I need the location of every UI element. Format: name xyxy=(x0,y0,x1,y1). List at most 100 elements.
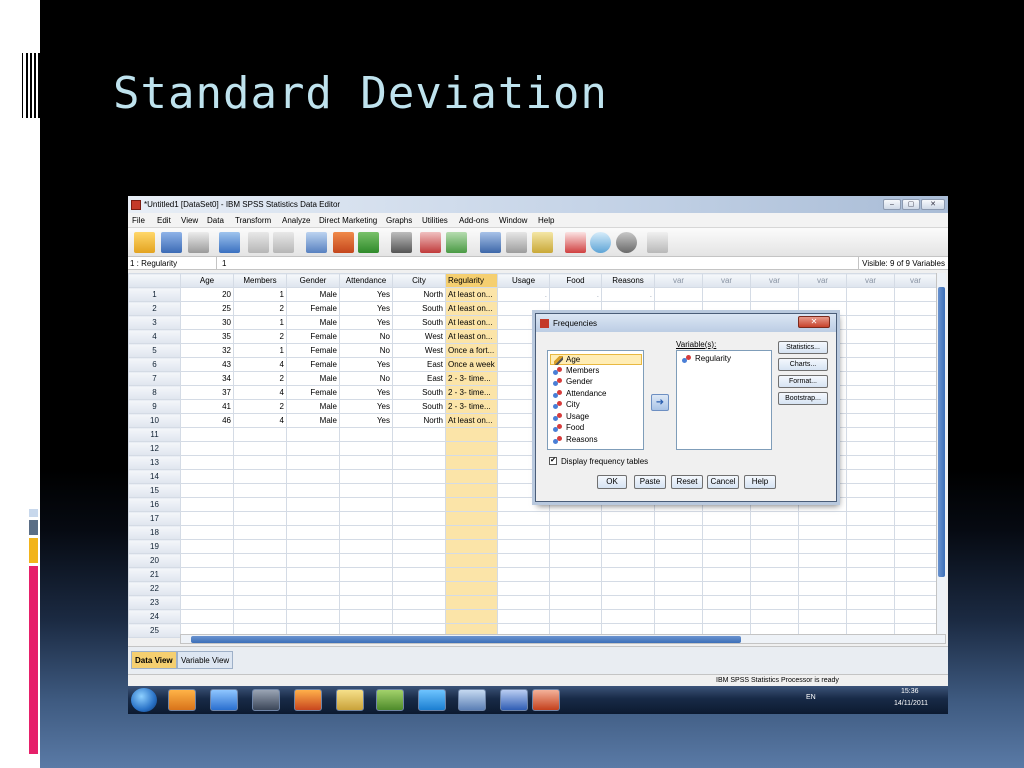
data-cell[interactable]: 35 xyxy=(180,329,234,344)
data-cell[interactable]: West xyxy=(392,329,446,344)
data-cell[interactable]: West xyxy=(392,343,446,358)
column-header-members[interactable]: Members xyxy=(233,273,287,288)
data-cell[interactable] xyxy=(286,469,340,484)
menu-graphs[interactable]: Graphs xyxy=(386,216,412,225)
data-cell[interactable] xyxy=(654,567,703,582)
data-cell[interactable]: Yes xyxy=(339,385,393,400)
data-cell[interactable] xyxy=(846,441,895,456)
data-cell[interactable]: Yes xyxy=(339,413,393,428)
column-header-attendance[interactable]: Attendance xyxy=(339,273,393,288)
goto-case-icon[interactable] xyxy=(306,232,327,253)
data-cell[interactable] xyxy=(339,609,393,624)
row-number[interactable]: 1 xyxy=(128,287,181,302)
column-header-gender[interactable]: Gender xyxy=(286,273,340,288)
menu-utilities[interactable]: Utilities xyxy=(422,216,448,225)
data-cell[interactable] xyxy=(392,595,446,610)
data-cell[interactable] xyxy=(392,567,446,582)
data-cell[interactable] xyxy=(846,469,895,484)
data-cell[interactable] xyxy=(497,609,550,624)
column-header-var-13[interactable]: var xyxy=(846,273,895,288)
data-cell[interactable]: Female xyxy=(286,301,340,316)
data-cell[interactable] xyxy=(339,441,393,456)
data-cell[interactable] xyxy=(497,539,550,554)
row-number[interactable]: 5 xyxy=(128,343,181,358)
data-cell[interactable] xyxy=(702,511,751,526)
row-number[interactable]: 4 xyxy=(128,329,181,344)
print-icon[interactable] xyxy=(188,232,209,253)
vertical-scroll-thumb[interactable] xyxy=(938,287,945,577)
data-cell[interactable] xyxy=(894,441,937,456)
data-cell[interactable] xyxy=(702,525,751,540)
data-cell[interactable] xyxy=(286,581,340,596)
data-cell[interactable] xyxy=(445,581,498,596)
data-cell[interactable] xyxy=(233,483,287,498)
data-cell[interactable] xyxy=(894,399,937,414)
data-cell[interactable] xyxy=(894,553,937,568)
data-cell[interactable]: South xyxy=(392,301,446,316)
data-cell[interactable]: East xyxy=(392,371,446,386)
data-cell[interactable] xyxy=(846,329,895,344)
data-cell[interactable] xyxy=(233,567,287,582)
data-cell[interactable] xyxy=(601,511,655,526)
word-icon[interactable] xyxy=(500,689,528,711)
data-cell[interactable] xyxy=(180,455,234,470)
variables-icon[interactable] xyxy=(358,232,379,253)
data-cell[interactable] xyxy=(846,427,895,442)
data-cell[interactable] xyxy=(497,553,550,568)
data-cell[interactable]: 1 xyxy=(233,287,287,302)
data-cell[interactable] xyxy=(180,609,234,624)
data-cell[interactable]: Male xyxy=(286,315,340,330)
data-cell[interactable]: Female xyxy=(286,343,340,358)
horizontal-scroll-thumb[interactable] xyxy=(191,636,741,643)
data-cell[interactable] xyxy=(392,469,446,484)
data-cell[interactable] xyxy=(654,595,703,610)
data-cell[interactable] xyxy=(233,427,287,442)
data-cell[interactable]: 43 xyxy=(180,357,234,372)
data-cell[interactable] xyxy=(339,595,393,610)
column-header-food[interactable]: Food xyxy=(549,273,602,288)
data-cell[interactable] xyxy=(286,595,340,610)
data-cell[interactable] xyxy=(798,567,847,582)
menu-file[interactable]: File xyxy=(132,216,145,225)
data-cell[interactable] xyxy=(339,539,393,554)
cancel-button[interactable]: Cancel xyxy=(707,475,739,489)
data-cell[interactable] xyxy=(894,511,937,526)
data-cell[interactable] xyxy=(798,525,847,540)
data-cell[interactable] xyxy=(286,525,340,540)
menu-direct-marketing[interactable]: Direct Marketing xyxy=(319,216,377,225)
data-cell[interactable]: 46 xyxy=(180,413,234,428)
menu-help[interactable]: Help xyxy=(538,216,554,225)
data-cell[interactable]: 4 xyxy=(233,385,287,400)
data-cell[interactable] xyxy=(549,581,602,596)
data-cell[interactable]: 37 xyxy=(180,385,234,400)
data-cell[interactable] xyxy=(392,427,446,442)
data-cell[interactable]: Yes xyxy=(339,357,393,372)
tab-variable-view[interactable]: Variable View xyxy=(177,651,234,669)
row-number[interactable]: 8 xyxy=(128,385,181,400)
row-number[interactable]: 25 xyxy=(128,623,181,638)
source-variable-item[interactable]: Food xyxy=(551,423,584,434)
data-cell[interactable] xyxy=(445,553,498,568)
data-cell[interactable] xyxy=(846,539,895,554)
data-cell[interactable]: 1 xyxy=(233,315,287,330)
data-cell[interactable]: 30 xyxy=(180,315,234,330)
data-cell[interactable] xyxy=(286,539,340,554)
data-cell[interactable] xyxy=(846,609,895,624)
data-cell[interactable] xyxy=(702,581,751,596)
data-cell[interactable] xyxy=(339,553,393,568)
data-cell[interactable]: No xyxy=(339,371,393,386)
data-cell[interactable] xyxy=(392,525,446,540)
data-cell[interactable] xyxy=(846,525,895,540)
source-variable-item[interactable]: Age xyxy=(550,354,642,365)
undo-icon[interactable] xyxy=(248,232,269,253)
column-header-var-9[interactable]: var xyxy=(654,273,703,288)
data-cell[interactable] xyxy=(286,511,340,526)
data-cell[interactable] xyxy=(286,609,340,624)
data-cell[interactable] xyxy=(233,441,287,456)
help-button[interactable]: Help xyxy=(744,475,776,489)
data-cell[interactable] xyxy=(392,455,446,470)
data-cell[interactable] xyxy=(601,567,655,582)
data-cell[interactable] xyxy=(339,427,393,442)
menu-transform[interactable]: Transform xyxy=(235,216,271,225)
data-cell[interactable]: Yes xyxy=(339,287,393,302)
